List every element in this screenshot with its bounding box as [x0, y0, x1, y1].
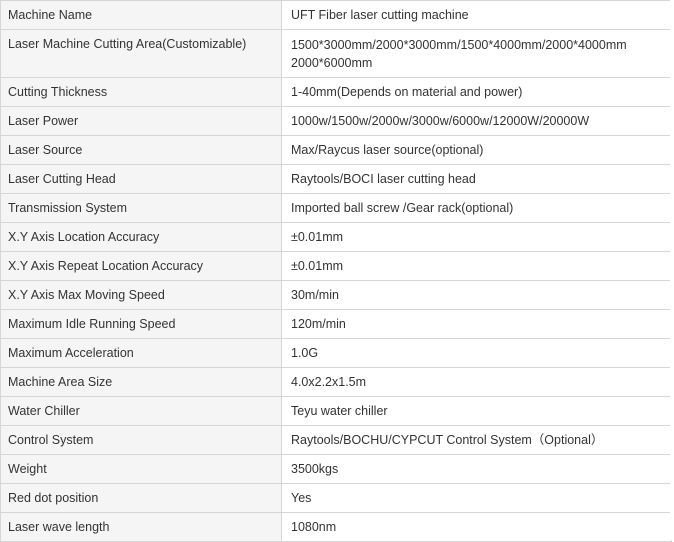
spec-value: 1080nm — [281, 512, 672, 542]
table-row: Cutting Thickness 1-40mm(Depends on mate… — [0, 77, 672, 107]
table-row: Laser Machine Cutting Area(Customizable)… — [0, 29, 672, 78]
spec-label: Red dot position — [0, 483, 282, 513]
table-row: Transmission System Imported ball screw … — [0, 193, 672, 223]
table-row: Laser wave length 1080nm — [0, 512, 672, 542]
table-row: Water Chiller Teyu water chiller — [0, 396, 672, 426]
table-row: Maximum Idle Running Speed 120m/min — [0, 309, 672, 339]
table-row: Weight 3500kgs — [0, 454, 672, 484]
spec-value: UFT Fiber laser cutting machine — [281, 0, 672, 30]
spec-label: Control System — [0, 425, 282, 455]
spec-label: Maximum Idle Running Speed — [0, 309, 282, 339]
spec-label: Laser Power — [0, 106, 282, 136]
spec-label: Water Chiller — [0, 396, 282, 426]
table-row: Machine Area Size 4.0x2.2x1.5m — [0, 367, 672, 397]
spec-value: 3500kgs — [281, 454, 672, 484]
spec-value: Teyu water chiller — [281, 396, 672, 426]
spec-table: Machine Name UFT Fiber laser cutting mac… — [0, 0, 672, 542]
spec-label: Laser wave length — [0, 512, 282, 542]
spec-value: 30m/min — [281, 280, 672, 310]
table-row: Control System Raytools/BOCHU/CYPCUT Con… — [0, 425, 672, 455]
page-edge — [670, 0, 674, 540]
table-row: Laser Source Max/Raycus laser source(opt… — [0, 135, 672, 165]
table-row: X.Y Axis Repeat Location Accuracy ±0.01m… — [0, 251, 672, 281]
spec-value: 1500*3000mm/2000*3000mm/1500*4000mm/2000… — [281, 29, 672, 78]
spec-label: Cutting Thickness — [0, 77, 282, 107]
spec-label: X.Y Axis Max Moving Speed — [0, 280, 282, 310]
spec-value: 120m/min — [281, 309, 672, 339]
spec-value: Raytools/BOCI laser cutting head — [281, 164, 672, 194]
spec-value: ±0.01mm — [281, 222, 672, 252]
spec-value: 1.0G — [281, 338, 672, 368]
table-row: X.Y Axis Location Accuracy ±0.01mm — [0, 222, 672, 252]
spec-value: Raytools/BOCHU/CYPCUT Control System（Opt… — [281, 425, 672, 455]
spec-value: Imported ball screw /Gear rack(optional) — [281, 193, 672, 223]
table-row: X.Y Axis Max Moving Speed 30m/min — [0, 280, 672, 310]
table-row: Red dot position Yes — [0, 483, 672, 513]
spec-value: 1-40mm(Depends on material and power) — [281, 77, 672, 107]
table-row: Laser Power 1000w/1500w/2000w/3000w/6000… — [0, 106, 672, 136]
spec-value: Yes — [281, 483, 672, 513]
spec-value: ±0.01mm — [281, 251, 672, 281]
table-row: Maximum Acceleration 1.0G — [0, 338, 672, 368]
spec-value: 4.0x2.2x1.5m — [281, 367, 672, 397]
spec-label: Machine Area Size — [0, 367, 282, 397]
spec-label: X.Y Axis Location Accuracy — [0, 222, 282, 252]
spec-label: Transmission System — [0, 193, 282, 223]
spec-label: Weight — [0, 454, 282, 484]
table-row: Machine Name UFT Fiber laser cutting mac… — [0, 0, 672, 30]
table-row: Laser Cutting Head Raytools/BOCI laser c… — [0, 164, 672, 194]
spec-label: Laser Machine Cutting Area(Customizable) — [0, 29, 282, 78]
spec-value: 1000w/1500w/2000w/3000w/6000w/12000W/200… — [281, 106, 672, 136]
spec-label: X.Y Axis Repeat Location Accuracy — [0, 251, 282, 281]
spec-value: Max/Raycus laser source(optional) — [281, 135, 672, 165]
spec-label: Maximum Acceleration — [0, 338, 282, 368]
spec-table-body: Machine Name UFT Fiber laser cutting mac… — [0, 0, 672, 542]
spec-label: Laser Source — [0, 135, 282, 165]
spec-label: Laser Cutting Head — [0, 164, 282, 194]
spec-label: Machine Name — [0, 0, 282, 30]
